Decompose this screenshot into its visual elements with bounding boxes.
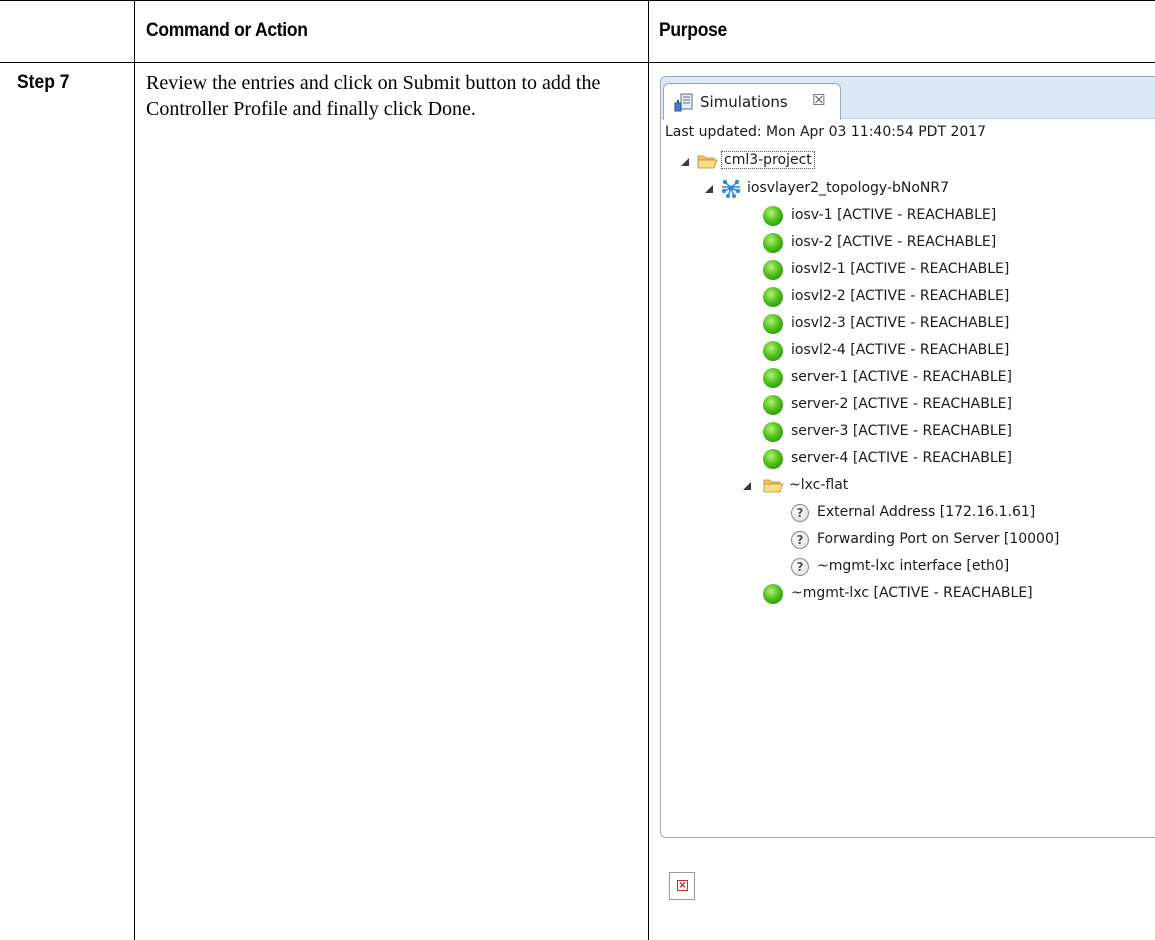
expand-arrow-icon[interactable]	[705, 185, 713, 193]
tree-item-node[interactable]: server-2 [ACTIVE - REACHABLE]	[661, 394, 1155, 416]
column-divider-2	[648, 0, 649, 940]
table-header-divider	[0, 62, 1155, 63]
tree-label: server-3 [ACTIVE - REACHABLE]	[791, 423, 1012, 439]
expand-arrow-icon[interactable]	[681, 158, 689, 166]
simulations-panel: Simulations ☒ Last updated: Mon Apr 03 1…	[660, 76, 1155, 838]
tree-item-property[interactable]: ? ~mgmt-lxc interface [eth0]	[661, 556, 1155, 578]
tree-label: iosvl2-2 [ACTIVE - REACHABLE]	[791, 288, 1010, 304]
status-active-icon	[763, 422, 783, 442]
topology-icon	[721, 179, 741, 198]
status-active-icon	[763, 206, 783, 226]
tree-item-node[interactable]: ~mgmt-lxc [ACTIVE - REACHABLE]	[661, 583, 1155, 605]
status-active-icon	[763, 341, 783, 361]
tree-label: server-2 [ACTIVE - REACHABLE]	[791, 396, 1012, 412]
tree-label: iosvlayer2_topology-bNoNR7	[747, 180, 950, 196]
tree-label: iosvl2-4 [ACTIVE - REACHABLE]	[791, 342, 1010, 358]
panel-tab-bar: Simulations ☒	[661, 77, 1155, 120]
tree-item-node[interactable]: server-4 [ACTIVE - REACHABLE]	[661, 448, 1155, 470]
tab-simulations[interactable]: Simulations ☒	[663, 83, 841, 120]
tree-item-node[interactable]: iosvl2-1 [ACTIVE - REACHABLE]	[661, 259, 1155, 281]
tree-item-node[interactable]: server-1 [ACTIVE - REACHABLE]	[661, 367, 1155, 389]
tree-item-property[interactable]: ? External Address [172.16.1.61]	[661, 502, 1155, 524]
question-icon: ?	[791, 504, 809, 522]
close-icon[interactable]: ☒	[812, 91, 825, 109]
tree-label: server-4 [ACTIVE - REACHABLE]	[791, 450, 1012, 466]
question-icon: ?	[791, 558, 809, 576]
table-top-border	[0, 0, 1155, 1]
broken-image-icon: ×	[669, 872, 695, 900]
step-description: Review the entries and click on Submit b…	[146, 72, 601, 120]
tree-item-node[interactable]: iosv-2 [ACTIVE - REACHABLE]	[661, 232, 1155, 254]
tree-item-node[interactable]: iosv-1 [ACTIVE - REACHABLE]	[661, 205, 1155, 227]
status-active-icon	[763, 287, 783, 307]
tree-label: server-1 [ACTIVE - REACHABLE]	[791, 369, 1012, 385]
tree-label: External Address [172.16.1.61]	[817, 504, 1036, 520]
tree-label: ~lxc-flat	[789, 477, 849, 493]
expand-arrow-icon[interactable]	[743, 482, 751, 490]
tree-label: ~mgmt-lxc interface [eth0]	[817, 558, 1010, 574]
folder-open-icon	[697, 155, 718, 169]
tree-label: iosvl2-1 [ACTIVE - REACHABLE]	[791, 261, 1010, 277]
tree-label: iosv-1 [ACTIVE - REACHABLE]	[791, 207, 997, 223]
status-active-icon	[763, 314, 783, 334]
folder-open-icon	[763, 479, 784, 493]
tree-item-node[interactable]: iosvl2-3 [ACTIVE - REACHABLE]	[661, 313, 1155, 335]
question-icon: ?	[791, 531, 809, 549]
status-active-icon	[763, 449, 783, 469]
status-active-icon	[763, 233, 783, 253]
tree-label: cml3-project	[721, 151, 815, 169]
column-header-purpose: Purpose	[659, 20, 728, 41]
status-active-icon	[763, 368, 783, 388]
tree-item-node[interactable]: iosvl2-2 [ACTIVE - REACHABLE]	[661, 286, 1155, 308]
tree-item-topology[interactable]: iosvlayer2_topology-bNoNR7	[661, 178, 1155, 200]
column-header-command: Command or Action	[146, 20, 308, 41]
status-active-icon	[763, 584, 783, 604]
tree-item-property[interactable]: ? Forwarding Port on Server [10000]	[661, 529, 1155, 551]
tree-label: ~mgmt-lxc [ACTIVE - REACHABLE]	[791, 585, 1033, 601]
status-active-icon	[763, 260, 783, 280]
tab-label: Simulations	[700, 93, 788, 111]
step-label: Step 7	[17, 72, 70, 93]
tree-label: iosv-2 [ACTIVE - REACHABLE]	[791, 234, 997, 250]
status-active-icon	[763, 395, 783, 415]
tree-item-node[interactable]: server-3 [ACTIVE - REACHABLE]	[661, 421, 1155, 443]
tree-item-node[interactable]: iosvl2-4 [ACTIVE - REACHABLE]	[661, 340, 1155, 362]
simulations-icon	[674, 93, 693, 112]
tree-item-lxc-folder[interactable]: ~lxc-flat	[661, 475, 1155, 497]
tree-label: Forwarding Port on Server [10000]	[817, 531, 1060, 547]
tree-item-project[interactable]: cml3-project	[661, 151, 1155, 173]
column-divider-1	[134, 0, 135, 940]
tree-label: iosvl2-3 [ACTIVE - REACHABLE]	[791, 315, 1010, 331]
last-updated-text: Last updated: Mon Apr 03 11:40:54 PDT 20…	[665, 124, 987, 140]
